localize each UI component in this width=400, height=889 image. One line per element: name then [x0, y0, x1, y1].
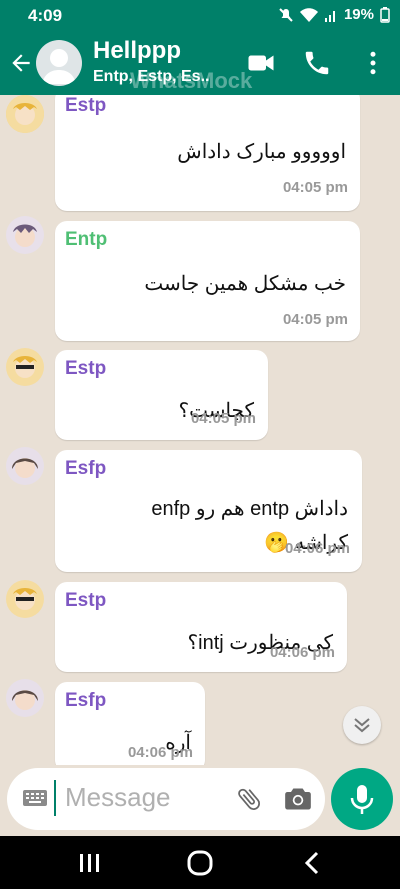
back-arrow-icon[interactable] [8, 50, 34, 76]
sender-avatar[interactable] [6, 447, 44, 485]
sender-avatar[interactable] [6, 580, 44, 618]
mute-icon [279, 7, 293, 22]
message-time: 04:05 pm [282, 311, 348, 328]
message-time: 04:05 pm [282, 179, 348, 196]
message-sender: Esfp [65, 690, 107, 711]
text-caret [54, 780, 56, 816]
signal-icon [324, 10, 335, 22]
message-list[interactable]: Estp اووووو مبارک داداش 04:05 pm Entp خب… [0, 95, 400, 765]
message-bubble[interactable]: Estp کی منظورت intj؟ 04:06 pm [55, 582, 347, 672]
message-sender: Estp [65, 358, 107, 379]
attach-icon[interactable] [235, 784, 263, 814]
status-time: 4:09 [28, 6, 63, 25]
message-composer: Message [7, 768, 325, 830]
message-time: 04:06 pm [269, 644, 335, 661]
sender-avatar[interactable] [6, 348, 44, 386]
wifi-icon [299, 7, 318, 22]
message-input[interactable]: Message [65, 782, 171, 813]
message-time: 04:06 pm [127, 744, 193, 761]
battery-icon [380, 6, 390, 23]
chat-header: Hellppp Entp, Estp, Es.. WhatsMock [0, 32, 400, 95]
chat-title[interactable]: Hellppp [93, 37, 181, 65]
group-avatar[interactable] [36, 40, 82, 86]
message-sender: Entp [65, 229, 108, 250]
message-bubble[interactable]: Esfp آره 04:06 pm [55, 682, 205, 765]
mic-icon [350, 785, 374, 814]
message-sender: Estp [65, 590, 107, 611]
message-text: داداش entp هم رو enfp [151, 498, 348, 520]
status-icons: 19% [278, 6, 390, 23]
message-sender: Esfp [65, 458, 107, 479]
message-bubble[interactable]: Esfp داداش entp هم رو enfp کراشه 🫢 04:06… [55, 450, 362, 572]
battery-percent: 19% [343, 6, 374, 23]
chevron-down-icon [354, 718, 370, 733]
mic-button[interactable] [331, 768, 393, 830]
message-text: خب مشکل همین جاست [144, 273, 346, 295]
video-call-icon[interactable] [246, 48, 276, 78]
message-sender: Estp [65, 95, 107, 116]
sender-avatar[interactable] [6, 216, 44, 254]
more-vert-icon[interactable] [358, 48, 388, 78]
sender-avatar[interactable] [6, 95, 44, 133]
sender-avatar[interactable] [6, 679, 44, 717]
message-time: 04:06 pm [284, 540, 350, 557]
phone-icon[interactable] [302, 48, 332, 78]
status-bar: 4:09 19% [0, 0, 400, 32]
home-icon[interactable] [185, 850, 215, 876]
camera-icon[interactable] [284, 786, 312, 812]
system-nav-bar [0, 836, 400, 889]
keyboard-icon[interactable] [22, 788, 48, 808]
watermark: WhatsMock [130, 68, 253, 93]
message-bubble[interactable]: Entp خب مشکل همین جاست 04:05 pm [55, 221, 360, 341]
message-time: 04:05 pm [190, 410, 256, 427]
recents-icon[interactable] [75, 850, 105, 876]
message-text: اووووو مبارک داداش [177, 141, 346, 163]
message-bubble[interactable]: Estp کجاست؟ 04:05 pm [55, 350, 268, 440]
scroll-to-bottom-button[interactable] [343, 706, 381, 744]
back-nav-icon[interactable] [297, 850, 327, 876]
message-bubble[interactable]: Estp اووووو مبارک داداش 04:05 pm [55, 95, 360, 211]
